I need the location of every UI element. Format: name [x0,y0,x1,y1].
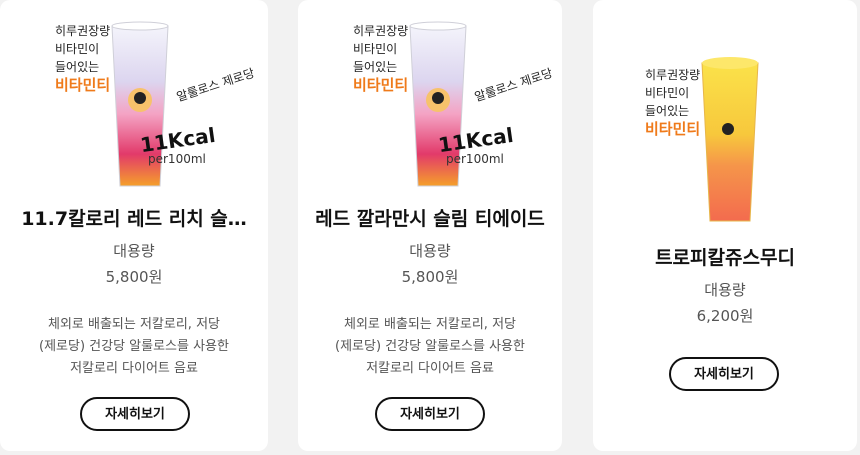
product-description: 체외로 배출되는 저칼로리, 저당 (제로당) 건강당 알룰로스를 사용한 저칼… [335,317,525,376]
detail-button[interactable]: 자세히보기 [80,397,190,431]
product-card[interactable]: 히루권장량 비타민이 들어있는 비타민티 트로피칼쥬스무디 대용량 6,200원… [593,0,857,451]
product-size: 대용량 [409,242,451,260]
product-image[interactable]: 히루권장량 비타민이 들어있는 비타민티 [0,0,268,200]
detail-button[interactable]: 자세히보기 [669,357,779,391]
product-price: 5,800원 [401,268,459,286]
promo-text: 히루권장량 비타민이 들어있는 비타민티 [353,24,409,94]
detail-button[interactable]: 자세히보기 [375,397,485,431]
alulose-tag: 알룰로스 제로당 [174,65,257,105]
product-image[interactable]: 히루권장량 비타민이 들어있는 비타민티 [298,0,562,200]
alulose-tag: 알룰로스 제로당 [472,65,555,105]
promo-text: 히루권장량 비타민이 들어있는 비타민티 [645,68,701,138]
product-name[interactable]: 레드 깔라만시 슬림 티에이드 [298,204,562,231]
product-image[interactable]: 히루권장량 비타민이 들어있는 비타민티 [593,0,857,222]
per-volume-tag: per100ml [148,152,206,166]
product-description: 체외로 배출되는 저칼로리, 저당 (제로당) 건강당 알룰로스를 사용한 저칼… [39,317,229,376]
drink-cup-illustration [698,55,762,225]
promo-text: 히루권장량 비타민이 들어있는 비타민티 [55,24,111,94]
product-size: 대용량 [113,242,155,260]
product-price: 5,800원 [105,268,163,286]
per-volume-tag: per100ml [446,152,504,166]
product-card[interactable]: 히루권장량 비타민이 들어있는 비타민티 알룰로스 제로당 11Kcal per… [298,0,562,451]
product-price: 6,200원 [696,307,754,325]
product-name[interactable]: 트로피칼쥬스무디 [593,243,857,270]
product-name[interactable]: 11.7칼로리 레드 리치 슬… [0,204,268,231]
product-card[interactable]: 히루권장량 비타민이 들어있는 비타민티 알룰로스 제로당 11Kcal per… [0,0,268,451]
product-size: 대용량 [704,281,746,299]
